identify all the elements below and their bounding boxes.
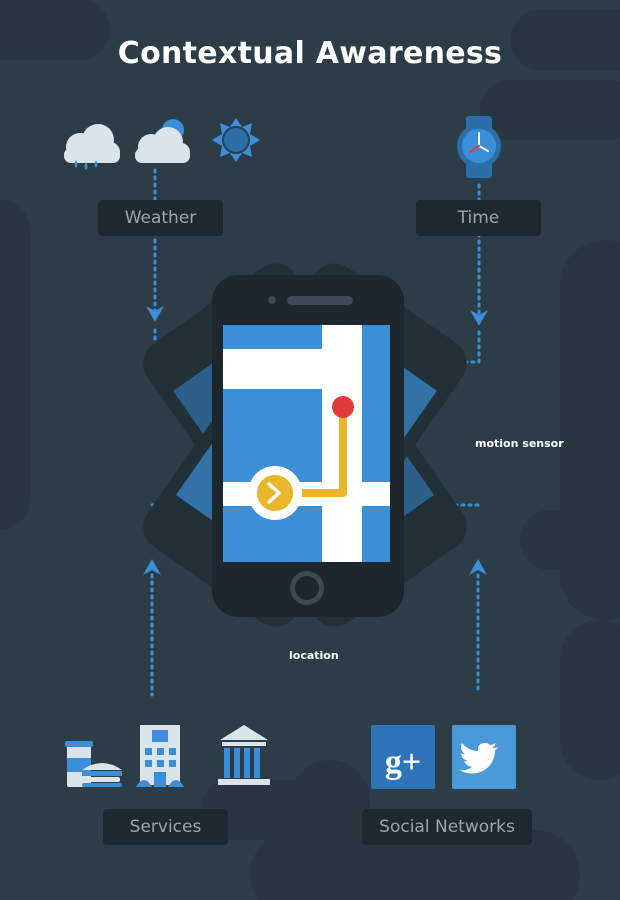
location-pin <box>332 396 354 418</box>
sun-icon <box>212 118 260 162</box>
page-title: Contextual Awareness <box>117 36 503 71</box>
motion-sensor-caption: motion sensor <box>475 437 564 450</box>
google-plus-icon: g+ <box>371 725 435 789</box>
arrow-down-weather <box>146 306 164 322</box>
social-networks-label: Social Networks <box>362 809 532 845</box>
phone-speaker <box>287 296 353 305</box>
museum-icon <box>218 725 270 785</box>
smartphone <box>212 275 404 617</box>
partly-sunny-icon <box>135 119 190 163</box>
map-screen <box>223 325 390 562</box>
hotel-icon <box>136 725 184 787</box>
rain-cloud-icon <box>64 124 120 170</box>
services-label: Services <box>103 809 228 845</box>
coffee-burger-icon <box>65 741 122 787</box>
location-caption: location <box>289 649 339 662</box>
twitter-icon <box>452 725 516 789</box>
navigation-marker <box>257 475 293 511</box>
phone-camera <box>268 296 276 304</box>
arrow-up-services <box>143 559 161 575</box>
arrow-up-social <box>469 559 487 575</box>
time-label: Time <box>416 200 541 236</box>
contextual-awareness-diagram: g+ <box>0 0 620 900</box>
svg-text:g+: g+ <box>385 744 421 781</box>
weather-label: Weather <box>98 200 223 236</box>
